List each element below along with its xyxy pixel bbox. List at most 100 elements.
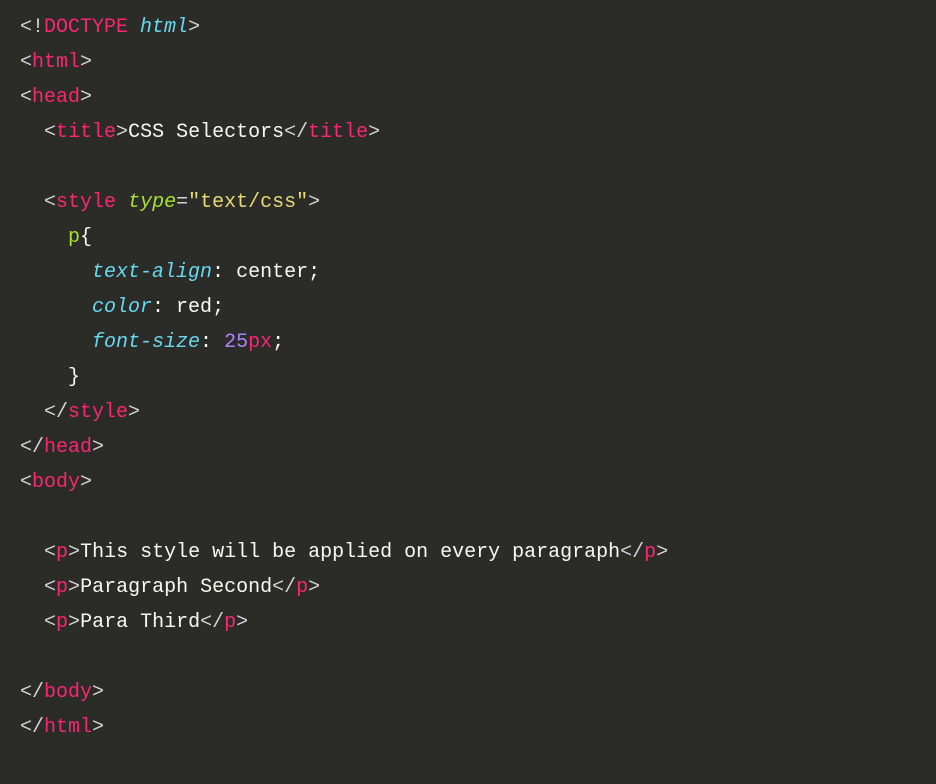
bracket: <: [44, 576, 56, 599]
bracket: >: [68, 611, 80, 634]
line-head-close: </head>: [20, 430, 916, 465]
bracket: </: [20, 716, 44, 739]
css-prop: font-size: [92, 331, 200, 354]
css-selector: p: [68, 226, 80, 249]
tag-p: p: [56, 611, 68, 634]
bracket: >: [80, 471, 92, 494]
bracket: </: [20, 436, 44, 459]
line-html-open: <html>: [20, 45, 916, 80]
line-body-open: <body>: [20, 465, 916, 500]
bracket: >: [656, 541, 668, 564]
bracket: >: [80, 86, 92, 109]
indent: [20, 541, 44, 564]
bracket: >: [128, 401, 140, 424]
bracket: </: [272, 576, 296, 599]
bracket: </: [284, 121, 308, 144]
tag-style: style: [56, 191, 116, 214]
bracket: >: [68, 576, 80, 599]
line-title: <title>CSS Selectors</title>: [20, 115, 916, 150]
tag-head-close: head: [44, 436, 92, 459]
bracket: >: [308, 576, 320, 599]
css-unit: px: [248, 331, 272, 354]
line-html-close: </html>: [20, 710, 916, 745]
tag-body-close: body: [44, 681, 92, 704]
tag-p-close: p: [644, 541, 656, 564]
p-text: This style will be applied on every para…: [80, 541, 620, 564]
semi: ;: [272, 331, 284, 354]
bracket: <: [44, 121, 56, 144]
bracket: </: [620, 541, 644, 564]
line-rule-0: text-align: center;: [20, 255, 916, 290]
css-number: 25: [212, 331, 248, 354]
indent: [20, 296, 92, 319]
line-style-close: </style>: [20, 395, 916, 430]
semi: ;: [212, 296, 224, 319]
code-editor[interactable]: <!DOCTYPE html> <html> <head> <title>CSS…: [20, 10, 916, 745]
bracket: >: [92, 436, 104, 459]
bracket: >: [80, 51, 92, 74]
tag-title: title: [56, 121, 116, 144]
bracket: <: [20, 51, 32, 74]
line-empty: [20, 640, 916, 675]
attr-value: "text/css": [188, 191, 308, 214]
indent: [20, 191, 44, 214]
brace-open: {: [80, 226, 92, 249]
bracket: >: [308, 191, 320, 214]
indent: [20, 611, 44, 634]
line-p-2: <p>Para Third</p>: [20, 605, 916, 640]
bracket: >: [368, 121, 380, 144]
title-text: CSS Selectors: [128, 121, 284, 144]
colon: :: [200, 331, 212, 354]
bracket: <: [20, 471, 32, 494]
bracket: >: [116, 121, 128, 144]
indent: [20, 121, 44, 144]
tag-body: body: [32, 471, 80, 494]
doctype-html: html: [140, 16, 188, 39]
bracket: </: [200, 611, 224, 634]
indent: [20, 226, 68, 249]
line-body-close: </body>: [20, 675, 916, 710]
bracket: </: [20, 681, 44, 704]
tag-p-close: p: [296, 576, 308, 599]
bracket: >: [92, 681, 104, 704]
colon: :: [152, 296, 164, 319]
doctype-close: >: [188, 16, 200, 39]
bracket: <: [44, 541, 56, 564]
doctype-keyword: DOCTYPE: [44, 16, 128, 39]
attr-type: type: [128, 191, 176, 214]
line-style-open: <style type="text/css">: [20, 185, 916, 220]
bracket: <: [20, 86, 32, 109]
line-p-0: <p>This style will be applied on every p…: [20, 535, 916, 570]
line-empty: [20, 150, 916, 185]
semi: ;: [308, 261, 320, 284]
css-prop: color: [92, 296, 152, 319]
tag-p: p: [56, 576, 68, 599]
doctype-open: <!: [20, 16, 44, 39]
colon: :: [212, 261, 224, 284]
bracket: <: [44, 611, 56, 634]
bracket: </: [44, 401, 68, 424]
css-value: center: [224, 261, 308, 284]
line-brace-close: }: [20, 360, 916, 395]
line-p-1: <p>Paragraph Second</p>: [20, 570, 916, 605]
indent: [20, 331, 92, 354]
tag-head: head: [32, 86, 80, 109]
css-prop: text-align: [92, 261, 212, 284]
tag-p-close: p: [224, 611, 236, 634]
tag-p: p: [56, 541, 68, 564]
indent: [20, 401, 44, 424]
brace-close: }: [68, 366, 80, 389]
tag-title-close: title: [308, 121, 368, 144]
bracket: >: [92, 716, 104, 739]
css-value: red: [164, 296, 212, 319]
tag-html: html: [32, 51, 80, 74]
indent: [20, 261, 92, 284]
bracket: <: [44, 191, 56, 214]
line-head-open: <head>: [20, 80, 916, 115]
indent: [20, 576, 44, 599]
bracket: >: [68, 541, 80, 564]
bracket: >: [236, 611, 248, 634]
line-empty: [20, 500, 916, 535]
indent: [20, 366, 68, 389]
tag-style-close: style: [68, 401, 128, 424]
